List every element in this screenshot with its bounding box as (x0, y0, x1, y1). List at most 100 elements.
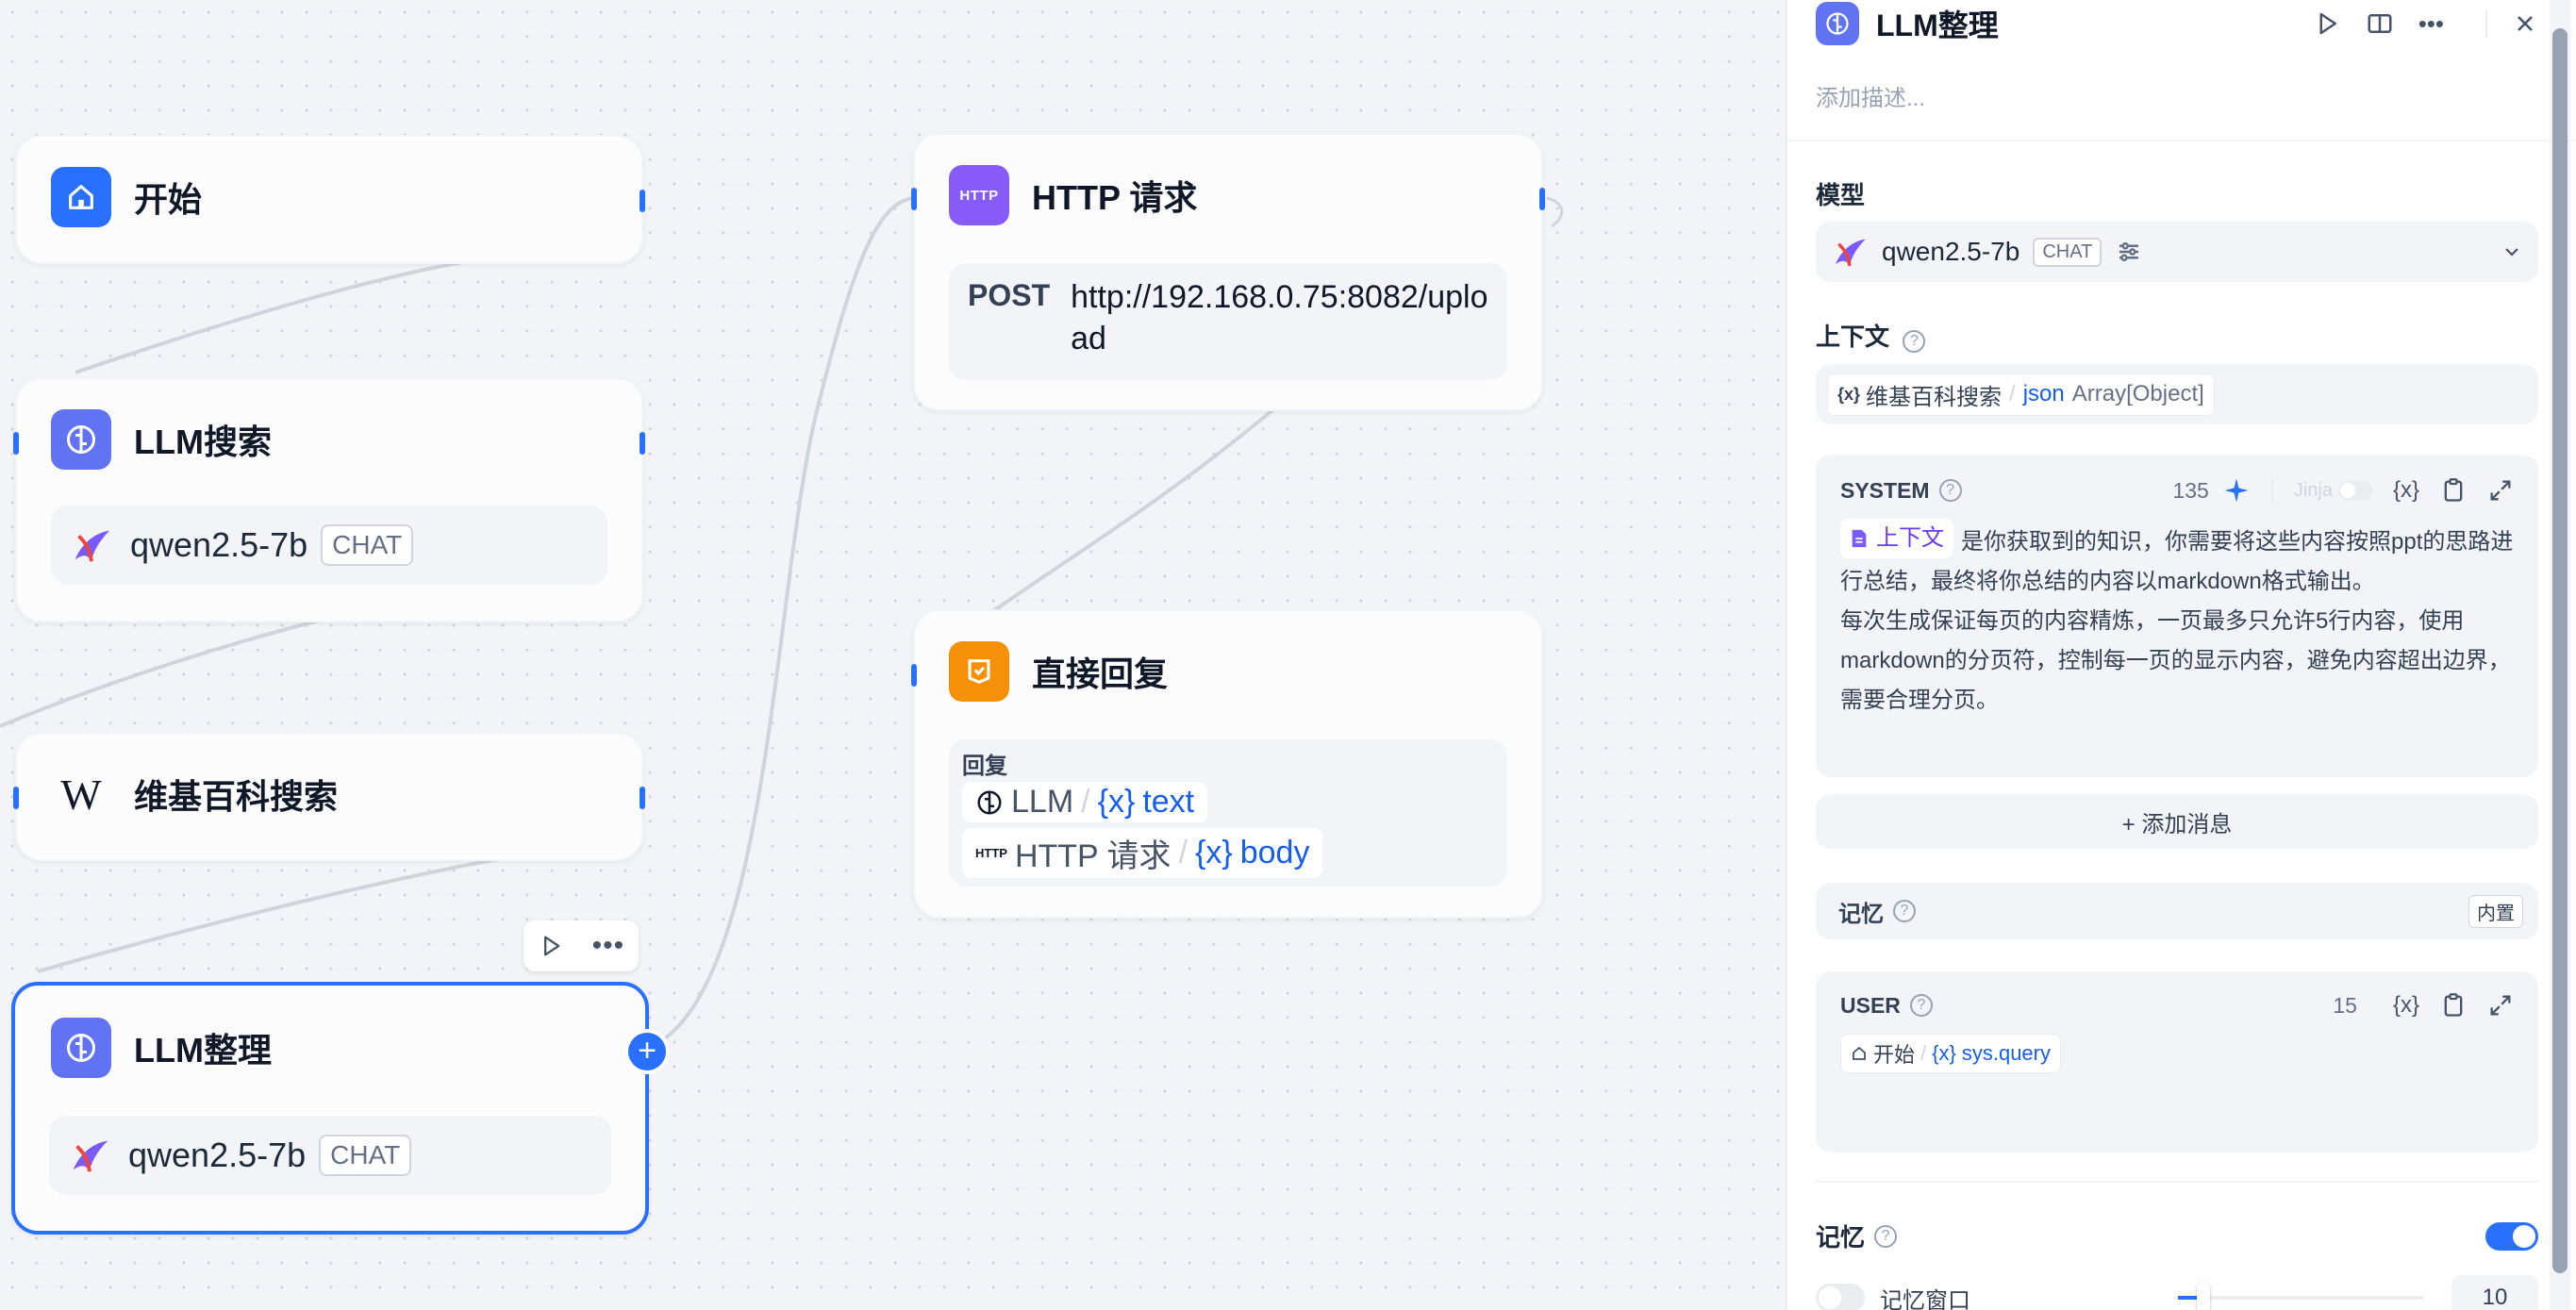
run-icon[interactable] (2313, 9, 2341, 38)
memory-label: 记忆 (1816, 1223, 1866, 1252)
reply-label: 回复 (962, 754, 1007, 779)
output-handle[interactable] (1539, 188, 1545, 210)
jinja-label: Jinja (2293, 479, 2333, 501)
input-handle[interactable] (911, 664, 917, 687)
divider (2270, 479, 2273, 502)
edge-llm-org-http (650, 196, 914, 1049)
edge-http-out (1546, 196, 1564, 228)
qwen-logo-icon (73, 1140, 108, 1172)
input-handle[interactable] (911, 188, 917, 210)
memory-window-label: 记忆窗口 (1880, 1287, 1970, 1310)
model-name: qwen2.5-7b (128, 1136, 307, 1174)
mode-badge: CHAT (319, 1135, 412, 1176)
user-prompt-box[interactable]: USER ? 15 {x} 开始 / {x} sys.query (1816, 971, 2538, 1152)
input-handle[interactable] (13, 787, 19, 809)
close-icon[interactable] (2512, 10, 2538, 37)
qwen-logo-icon (1836, 239, 1866, 267)
help-icon[interactable]: ? (1909, 994, 1933, 1017)
request-info: POST http://192.168.0.75:8082/upload (949, 263, 1507, 380)
expand-icon[interactable] (2487, 992, 2514, 1019)
model-selector[interactable]: qwen2.5-7b CHAT (1816, 222, 2538, 282)
system-prompt-box[interactable]: SYSTEM ? 135 Jinja {x} 上下文 是你获取到的知识，你需要将… (1816, 455, 2538, 777)
panel-scrollbar[interactable] (2550, 0, 2570, 1310)
document-icon (1852, 529, 1867, 548)
more-icon[interactable]: ••• (592, 930, 625, 962)
node-title: HTTP 请求 (1032, 178, 1198, 217)
system-label: SYSTEM (1840, 477, 1930, 503)
context-label: 上下文 (1816, 323, 1890, 351)
mode-badge: CHAT (2033, 237, 2102, 267)
run-icon[interactable] (538, 933, 564, 959)
add-node-button[interactable]: + (628, 1033, 666, 1070)
var-chip: LLM / {x} text (962, 782, 1208, 822)
model-label: 模型 (1816, 181, 1866, 209)
home-icon (51, 167, 111, 227)
var-chip: HTTP HTTP 请求 / {x} body (962, 828, 1323, 878)
output-handle[interactable] (640, 787, 645, 809)
panel-title: LLM整理 (1876, 8, 1999, 42)
clipboard-icon[interactable] (2440, 992, 2467, 1019)
brain-icon (51, 409, 111, 470)
system-prompt-text[interactable]: 上下文 是你获取到的知识，你需要将这些内容按照ppt的思路进行总结，最终将你总结… (1840, 519, 2514, 721)
memory-window-toggle[interactable] (1816, 1284, 1865, 1310)
divider (2485, 9, 2487, 38)
brain-icon (977, 790, 1002, 814)
home-icon (1853, 1046, 1866, 1060)
wikipedia-icon: W (60, 770, 102, 819)
book-icon[interactable] (2366, 9, 2394, 38)
input-handle[interactable] (13, 432, 19, 455)
insert-variable-icon[interactable]: {x} (2393, 992, 2419, 1019)
model-name: qwen2.5-7b (1882, 237, 2020, 266)
node-http-request[interactable]: HTTP HTTP 请求 POST http://192.168.0.75:80… (911, 133, 1545, 411)
answer-icon (949, 641, 1009, 702)
panel-header: LLM整理 ••• (1816, 0, 2538, 47)
jinja-toggle[interactable] (2337, 481, 2372, 500)
user-header: USER ? 15 {x} (1840, 990, 2514, 1020)
node-title: 维基百科搜索 (134, 777, 339, 816)
help-icon[interactable]: ? (1893, 900, 1916, 922)
settings-sliders-icon[interactable] (2115, 238, 2143, 266)
clipboard-icon[interactable] (2440, 477, 2467, 504)
memory-window-slider[interactable] (2178, 1283, 2423, 1310)
model-info: qwen2.5-7b CHAT (51, 506, 607, 585)
system-text-line2: 每次生成保证每页的内容精炼，一页最多只允许5行内容，使用markdown的分页符… (1840, 608, 2511, 713)
edge-llm-search-wiki (0, 616, 331, 728)
output-handle[interactable] (640, 190, 645, 212)
brain-icon (51, 1018, 111, 1078)
user-label: USER (1840, 992, 1901, 1018)
node-start[interactable]: 开始 (15, 135, 645, 264)
token-count: 15 (2333, 992, 2357, 1018)
memory-row: 记忆 ? (1816, 1219, 2538, 1253)
node-title: LLM搜索 (134, 423, 272, 461)
context-var-chip: {x} 维基百科搜索 / json Array[Object] (1827, 373, 2215, 416)
context-chip: 上下文 (1840, 519, 1953, 558)
sparkle-icon[interactable] (2222, 476, 2251, 505)
output-handle[interactable] (640, 432, 645, 455)
node-wiki-search[interactable]: W 维基百科搜索 (13, 732, 645, 861)
memory-window-row: 记忆窗口 10 (1816, 1275, 2538, 1310)
model-name: qwen2.5-7b (130, 525, 308, 564)
add-message-button[interactable]: + 添加消息 (1816, 794, 2538, 849)
node-toolbar: ••• (524, 920, 639, 971)
model-info: qwen2.5-7b CHAT (49, 1116, 611, 1195)
memory-window-input[interactable]: 10 (2451, 1275, 2538, 1310)
expand-icon[interactable] (2487, 477, 2514, 504)
help-icon[interactable]: ? (1903, 329, 1926, 353)
brain-icon (1816, 2, 1859, 45)
memory-toggle[interactable] (2485, 1221, 2538, 1251)
header-divider (1787, 140, 2576, 141)
context-field[interactable]: {x} 维基百科搜索 / json Array[Object] (1816, 364, 2538, 424)
http-icon: HTTP (975, 846, 1007, 860)
node-llm-search[interactable]: LLM搜索 qwen2.5-7b CHAT (13, 377, 645, 622)
user-var-chip: 开始 / {x} sys.query (1840, 1034, 2061, 1073)
node-direct-answer[interactable]: 直接回复 回复 LLM / {x} text HTTP HTTP 请求 / {x… (911, 609, 1543, 919)
help-icon[interactable]: ? (1938, 479, 1962, 502)
node-llm-organize[interactable]: LLM整理 qwen2.5-7b CHAT + (11, 982, 666, 1235)
context-label-row: 上下文 ? (1816, 318, 2538, 353)
section-divider (1816, 1181, 2538, 1183)
description-field[interactable]: 添加描述... (1816, 79, 2538, 112)
help-icon[interactable]: ? (1874, 1224, 1898, 1248)
more-icon[interactable]: ••• (2418, 9, 2444, 39)
insert-variable-icon[interactable]: {x} (2393, 477, 2419, 504)
workflow-canvas[interactable]: 开始 LLM搜索 qwen2.5-7b CHAT W 维基百科搜索 ••• LL… (0, 0, 1786, 1310)
